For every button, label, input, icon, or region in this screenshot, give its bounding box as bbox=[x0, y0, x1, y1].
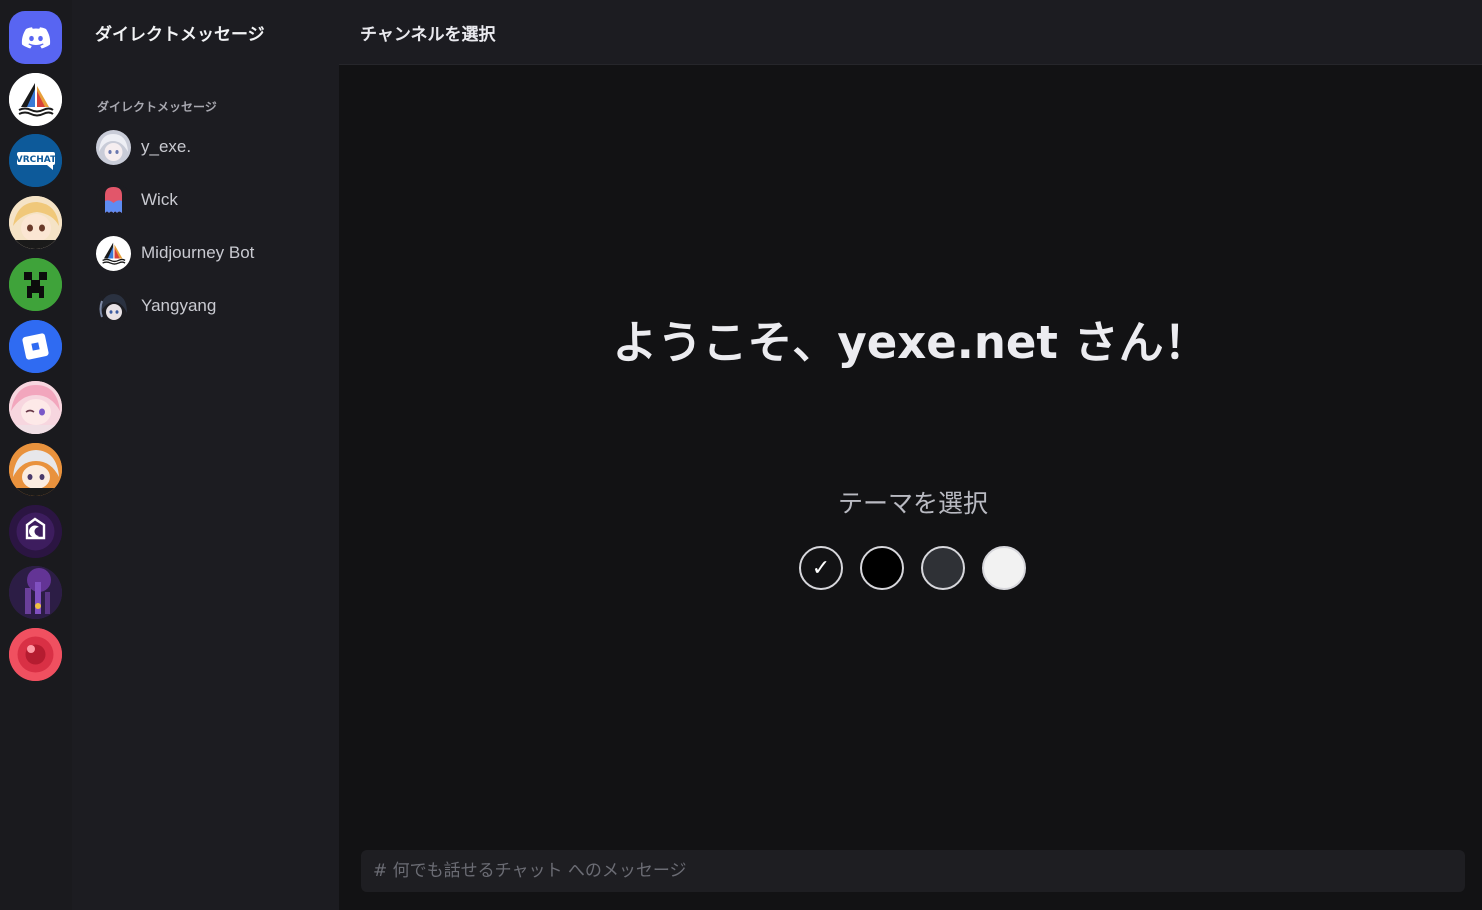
anime-avatar-icon bbox=[9, 381, 62, 434]
dm-item-yangyang[interactable]: Yangyang bbox=[96, 286, 326, 326]
anime-avatar-icon bbox=[9, 443, 62, 496]
moon-icon bbox=[9, 505, 62, 558]
app-root: VRCHAT ダイレクトメッセージ ダイレクトメッセージ y_exe. Wick… bbox=[0, 0, 1482, 910]
server-home-discord[interactable] bbox=[9, 11, 62, 64]
message-composer bbox=[361, 850, 1465, 892]
theme-swatch-light[interactable] bbox=[982, 546, 1026, 590]
avatar bbox=[96, 288, 131, 324]
user-avatar-icon bbox=[96, 129, 131, 165]
theme-swatch-gray[interactable] bbox=[921, 546, 965, 590]
server-hoyoverse-3[interactable] bbox=[9, 443, 62, 496]
anime-avatar-icon bbox=[9, 196, 62, 249]
creeper-icon bbox=[9, 258, 62, 311]
server-red[interactable] bbox=[9, 628, 62, 681]
server-hoyoverse-1[interactable] bbox=[9, 196, 62, 249]
server-hoyoverse-2[interactable] bbox=[9, 381, 62, 434]
theme-swatch-black[interactable] bbox=[860, 546, 904, 590]
vrchat-icon: VRCHAT bbox=[9, 134, 62, 187]
sidebar-title: ダイレクトメッセージ bbox=[95, 24, 265, 45]
server-minecraft[interactable] bbox=[9, 258, 62, 311]
dm-sidebar: ダイレクトメッセージ ダイレクトメッセージ y_exe. Wick Midjou… bbox=[72, 0, 339, 910]
castle-icon bbox=[9, 566, 62, 619]
server-rail: VRCHAT bbox=[0, 0, 72, 910]
avatar bbox=[96, 129, 131, 165]
server-purple[interactable] bbox=[9, 566, 62, 619]
channel-header: チャンネルを選択 bbox=[339, 0, 1482, 65]
discord-logo-icon bbox=[21, 26, 50, 48]
sailboat-icon bbox=[9, 73, 62, 126]
svg-text:VRCHAT: VRCHAT bbox=[16, 155, 57, 165]
dm-name: Yangyang bbox=[141, 296, 217, 315]
theme-label: テーマを選択 bbox=[837, 489, 988, 518]
dm-name: Midjourney Bot bbox=[141, 243, 255, 262]
welcome-heading: ようこそ、yexe.net さん！ bbox=[612, 316, 1209, 369]
sailboat-icon bbox=[96, 235, 131, 271]
dm-item-wick[interactable]: Wick bbox=[96, 180, 326, 220]
dm-name: Wick bbox=[141, 190, 178, 209]
message-input[interactable] bbox=[361, 850, 1465, 892]
theme-swatch-default[interactable]: ✓ bbox=[799, 546, 843, 590]
dm-item-y-exe[interactable]: y_exe. bbox=[96, 127, 326, 167]
roblox-icon bbox=[9, 320, 62, 373]
dm-item-midjourney-bot[interactable]: Midjourney Bot bbox=[96, 233, 326, 273]
dm-name: y_exe. bbox=[141, 137, 192, 156]
main-panel: チャンネルを選択 ようこそ、yexe.net さん！ テーマを選択 ✓ bbox=[339, 0, 1482, 910]
dm-section-label: ダイレクトメッセージ bbox=[97, 100, 217, 114]
server-moon[interactable] bbox=[9, 505, 62, 558]
user-avatar-icon bbox=[96, 288, 131, 324]
avatar bbox=[96, 235, 131, 271]
sidebar-header: ダイレクトメッセージ bbox=[72, 0, 339, 64]
avatar bbox=[96, 182, 131, 218]
theme-swatches: ✓ bbox=[799, 546, 1026, 590]
check-icon: ✓ bbox=[811, 555, 831, 581]
wick-avatar-icon bbox=[96, 182, 131, 218]
server-midjourney[interactable] bbox=[9, 73, 62, 126]
server-vrchat[interactable]: VRCHAT bbox=[9, 134, 62, 187]
channel-title: チャンネルを選択 bbox=[360, 24, 496, 45]
server-roblox[interactable] bbox=[9, 320, 62, 373]
red-orb-icon bbox=[9, 628, 62, 681]
